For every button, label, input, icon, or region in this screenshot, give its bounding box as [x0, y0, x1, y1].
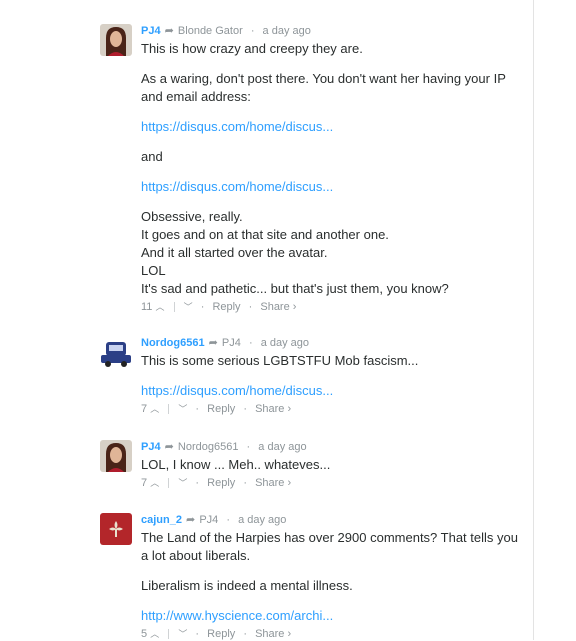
bullet: · [248, 337, 253, 349]
comment-link[interactable]: https://disqus.com/home/discus... [141, 179, 333, 194]
parent-author[interactable]: Blonde Gator [178, 25, 243, 37]
bullet: · [243, 477, 247, 489]
author-name[interactable]: PJ4 [141, 25, 161, 37]
bullet: · [195, 628, 200, 640]
timestamp[interactable]: a day ago [261, 337, 309, 349]
comment-footer: 7 ︿ ﹀ · Reply · Share › [141, 402, 521, 416]
comment-line: LOL [141, 263, 166, 278]
vote-count: 11 [141, 301, 153, 313]
comment-paragraph: As a waring, don't post there. You don't… [141, 71, 506, 104]
comment-link[interactable]: https://disqus.com/home/discus... [141, 119, 333, 134]
reply-button[interactable]: Reply [207, 403, 235, 415]
upvote-icon[interactable]: ︿ [150, 404, 159, 414]
bullet: · [200, 301, 205, 313]
parent-author[interactable]: PJ4 [222, 337, 241, 349]
comment-header: PJ4 ➦ Blonde Gator · a day ago [141, 24, 521, 38]
reply-arrow-icon: ➦ [164, 25, 174, 37]
thread-divider [533, 0, 534, 640]
avatar[interactable] [100, 24, 132, 56]
vote-count: 5 [141, 628, 148, 640]
bullet: · [195, 403, 200, 415]
upvote-icon[interactable]: ︿ [150, 629, 159, 639]
comment-line: Obsessive, really. [141, 209, 243, 224]
comment-paragraph: Liberalism is indeed a mental illness. [141, 578, 353, 593]
author-name[interactable]: cajun_2 [141, 514, 182, 526]
downvote-icon[interactable]: ﹀ [184, 302, 193, 312]
parent-author[interactable]: Nordog6561 [178, 441, 239, 453]
reply-arrow-icon: ➦ [164, 441, 174, 453]
downvote-icon[interactable]: ﹀ [178, 478, 187, 488]
comment-header: PJ4 ➦ Nordog6561 · a day ago [141, 440, 521, 454]
comment-footer: 11 ︿ ﹀ · Reply · Share › [141, 300, 521, 314]
bullet: · [246, 441, 251, 453]
bullet: · [250, 25, 255, 37]
share-button[interactable]: Share › [255, 477, 291, 489]
parent-author[interactable]: PJ4 [199, 514, 218, 526]
downvote-icon[interactable]: ﹀ [178, 629, 187, 639]
share-button[interactable]: Share › [255, 628, 291, 640]
comment-paragraph: This is some serious LGBTSTFU Mob fascis… [141, 353, 419, 368]
avatar[interactable] [100, 440, 132, 472]
author-name[interactable]: PJ4 [141, 441, 161, 453]
timestamp[interactable]: a day ago [263, 25, 311, 37]
comment-body: This is how crazy and creepy they are. A… [141, 40, 521, 298]
author-name[interactable]: Nordog6561 [141, 337, 205, 349]
bullet: · [243, 403, 247, 415]
comment-footer: 5 ︿ ﹀ · Reply · Share › [141, 627, 521, 641]
vote-count: 7 [141, 477, 148, 489]
avatar[interactable] [100, 336, 132, 368]
reply-arrow-icon: ➦ [208, 337, 218, 349]
upvote-icon[interactable]: ︿ [155, 302, 164, 312]
timestamp[interactable]: a day ago [238, 514, 286, 526]
divider [173, 302, 175, 313]
upvote-icon[interactable]: ︿ [150, 478, 159, 488]
comment-link[interactable]: http://www.hyscience.com/archi... [141, 608, 333, 623]
timestamp[interactable]: a day ago [258, 441, 306, 453]
bullet: · [243, 628, 247, 640]
comment-line: It's sad and pathetic... but that's just… [141, 281, 449, 296]
divider [168, 478, 170, 489]
reply-button[interactable]: Reply [212, 301, 240, 313]
share-button[interactable]: Share › [260, 301, 296, 313]
comment-link[interactable]: https://disqus.com/home/discus... [141, 383, 333, 398]
comment-header: cajun_2 ➦ PJ4 · a day ago [141, 513, 521, 527]
share-button[interactable]: Share › [255, 403, 291, 415]
comment-body: LOL, I know ... Meh.. whateves... [141, 456, 521, 474]
divider [168, 404, 170, 415]
comment-paragraph: LOL, I know ... Meh.. whateves... [141, 457, 331, 472]
comment-paragraph: and [141, 149, 163, 164]
comment-paragraph: This is how crazy and creepy they are. [141, 41, 363, 56]
reply-arrow-icon: ➦ [186, 514, 196, 526]
comment-header: Nordog6561 ➦ PJ4 · a day ago [141, 336, 521, 350]
comment-paragraph: The Land of the Harpies has over 2900 co… [141, 530, 518, 563]
bullet: · [195, 477, 200, 489]
bullet: · [226, 514, 231, 526]
avatar[interactable] [100, 513, 132, 545]
comment-body: The Land of the Harpies has over 2900 co… [141, 529, 521, 625]
reply-button[interactable]: Reply [207, 477, 235, 489]
vote-count: 7 [141, 403, 148, 415]
comment-line: And it all started over the avatar. [141, 245, 328, 260]
bullet: · [248, 301, 253, 313]
comment-line: It goes and on at that site and another … [141, 227, 389, 242]
divider [168, 629, 170, 640]
downvote-icon[interactable]: ﹀ [178, 404, 187, 414]
comment-body: This is some serious LGBTSTFU Mob fascis… [141, 352, 521, 400]
reply-button[interactable]: Reply [207, 628, 235, 640]
comment-footer: 7 ︿ ﹀ · Reply · Share › [141, 476, 521, 490]
